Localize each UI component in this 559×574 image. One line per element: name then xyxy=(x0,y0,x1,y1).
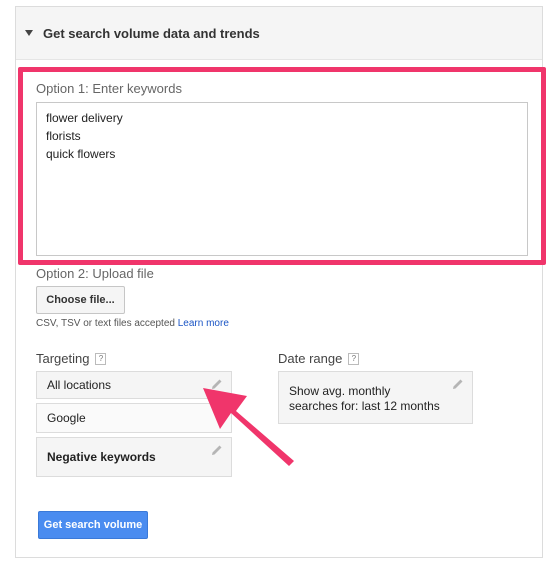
annotation-arrow-icon xyxy=(203,388,294,466)
